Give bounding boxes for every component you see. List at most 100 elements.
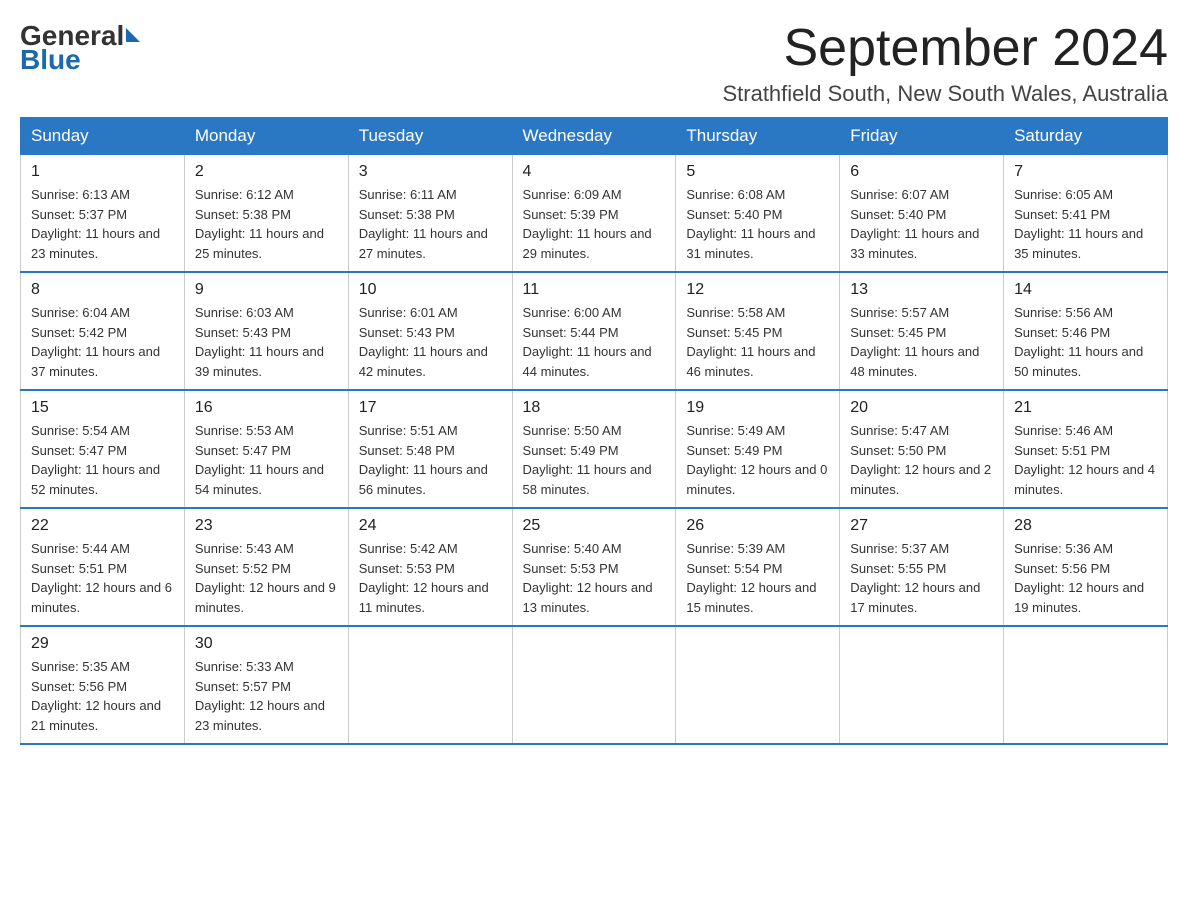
- day-info: Sunrise: 6:12 AMSunset: 5:38 PMDaylight:…: [195, 185, 338, 263]
- calendar-cell: 19 Sunrise: 5:49 AMSunset: 5:49 PMDayligh…: [676, 390, 840, 508]
- calendar-cell: 1 Sunrise: 6:13 AMSunset: 5:37 PMDaylight…: [21, 155, 185, 273]
- calendar-cell: [348, 626, 512, 744]
- day-number: 12: [686, 281, 829, 299]
- day-info: Sunrise: 5:37 AMSunset: 5:55 PMDaylight:…: [850, 539, 993, 617]
- day-info: Sunrise: 5:40 AMSunset: 5:53 PMDaylight:…: [523, 539, 666, 617]
- location-subtitle: Strathfield South, New South Wales, Aust…: [722, 81, 1168, 107]
- column-header-thursday: Thursday: [676, 118, 840, 155]
- day-info: Sunrise: 5:33 AMSunset: 5:57 PMDaylight:…: [195, 657, 338, 735]
- calendar-cell: 2 Sunrise: 6:12 AMSunset: 5:38 PMDaylight…: [184, 155, 348, 273]
- day-number: 30: [195, 635, 338, 653]
- week-row-2: 8 Sunrise: 6:04 AMSunset: 5:42 PMDaylight…: [21, 272, 1168, 390]
- day-number: 21: [1014, 399, 1157, 417]
- day-info: Sunrise: 5:49 AMSunset: 5:49 PMDaylight:…: [686, 421, 829, 499]
- column-header-wednesday: Wednesday: [512, 118, 676, 155]
- calendar-cell: 15 Sunrise: 5:54 AMSunset: 5:47 PMDayligh…: [21, 390, 185, 508]
- title-block: September 2024 Strathfield South, New So…: [722, 20, 1168, 107]
- calendar-cell: 18 Sunrise: 5:50 AMSunset: 5:49 PMDayligh…: [512, 390, 676, 508]
- logo-triangle-icon: [126, 28, 140, 42]
- day-number: 19: [686, 399, 829, 417]
- logo-blue: Blue: [20, 44, 81, 76]
- calendar-cell: 3 Sunrise: 6:11 AMSunset: 5:38 PMDaylight…: [348, 155, 512, 273]
- calendar-cell: 12 Sunrise: 5:58 AMSunset: 5:45 PMDayligh…: [676, 272, 840, 390]
- day-number: 3: [359, 163, 502, 181]
- day-number: 24: [359, 517, 502, 535]
- day-number: 4: [523, 163, 666, 181]
- day-number: 9: [195, 281, 338, 299]
- day-info: Sunrise: 6:03 AMSunset: 5:43 PMDaylight:…: [195, 303, 338, 381]
- calendar-cell: 16 Sunrise: 5:53 AMSunset: 5:47 PMDayligh…: [184, 390, 348, 508]
- day-info: Sunrise: 5:54 AMSunset: 5:47 PMDaylight:…: [31, 421, 174, 499]
- day-number: 10: [359, 281, 502, 299]
- day-info: Sunrise: 6:09 AMSunset: 5:39 PMDaylight:…: [523, 185, 666, 263]
- day-info: Sunrise: 6:13 AMSunset: 5:37 PMDaylight:…: [31, 185, 174, 263]
- day-info: Sunrise: 5:56 AMSunset: 5:46 PMDaylight:…: [1014, 303, 1157, 381]
- day-number: 13: [850, 281, 993, 299]
- day-info: Sunrise: 5:58 AMSunset: 5:45 PMDaylight:…: [686, 303, 829, 381]
- calendar-cell: 4 Sunrise: 6:09 AMSunset: 5:39 PMDaylight…: [512, 155, 676, 273]
- day-number: 25: [523, 517, 666, 535]
- calendar-cell: 7 Sunrise: 6:05 AMSunset: 5:41 PMDaylight…: [1004, 155, 1168, 273]
- day-number: 14: [1014, 281, 1157, 299]
- calendar-cell: 6Sunrise: 6:07 AMSunset: 5:40 PMDaylight…: [840, 155, 1004, 273]
- column-header-saturday: Saturday: [1004, 118, 1168, 155]
- calendar-cell: 28 Sunrise: 5:36 AMSunset: 5:56 PMDayligh…: [1004, 508, 1168, 626]
- day-info: Sunrise: 5:53 AMSunset: 5:47 PMDaylight:…: [195, 421, 338, 499]
- day-info: Sunrise: 6:08 AMSunset: 5:40 PMDaylight:…: [686, 185, 829, 263]
- day-number: 22: [31, 517, 174, 535]
- day-number: 2: [195, 163, 338, 181]
- week-row-3: 15 Sunrise: 5:54 AMSunset: 5:47 PMDayligh…: [21, 390, 1168, 508]
- calendar-cell: 24 Sunrise: 5:42 AMSunset: 5:53 PMDayligh…: [348, 508, 512, 626]
- calendar-cell: 17 Sunrise: 5:51 AMSunset: 5:48 PMDayligh…: [348, 390, 512, 508]
- day-number: 29: [31, 635, 174, 653]
- day-number: 7: [1014, 163, 1157, 181]
- day-info: Sunrise: 5:42 AMSunset: 5:53 PMDaylight:…: [359, 539, 502, 617]
- day-info: Sunrise: 5:50 AMSunset: 5:49 PMDaylight:…: [523, 421, 666, 499]
- day-info: Sunrise: 5:36 AMSunset: 5:56 PMDaylight:…: [1014, 539, 1157, 617]
- day-info: Sunrise: 5:57 AMSunset: 5:45 PMDaylight:…: [850, 303, 993, 381]
- day-info: Sunrise: 5:39 AMSunset: 5:54 PMDaylight:…: [686, 539, 829, 617]
- day-number: 15: [31, 399, 174, 417]
- day-info: Sunrise: 5:47 AMSunset: 5:50 PMDaylight:…: [850, 421, 993, 499]
- logo: General Blue: [20, 20, 140, 76]
- day-info: Sunrise: 6:00 AMSunset: 5:44 PMDaylight:…: [523, 303, 666, 381]
- calendar-cell: 30 Sunrise: 5:33 AMSunset: 5:57 PMDayligh…: [184, 626, 348, 744]
- calendar-cell: [840, 626, 1004, 744]
- day-number: 11: [523, 281, 666, 299]
- day-info: Sunrise: 5:44 AMSunset: 5:51 PMDaylight:…: [31, 539, 174, 617]
- day-number: 6: [850, 163, 993, 181]
- day-info: Sunrise: 6:05 AMSunset: 5:41 PMDaylight:…: [1014, 185, 1157, 263]
- calendar-cell: 29 Sunrise: 5:35 AMSunset: 5:56 PMDayligh…: [21, 626, 185, 744]
- calendar-cell: 23Sunrise: 5:43 AMSunset: 5:52 PMDayligh…: [184, 508, 348, 626]
- calendar-header-row: SundayMondayTuesdayWednesdayThursdayFrid…: [21, 118, 1168, 155]
- week-row-1: 1 Sunrise: 6:13 AMSunset: 5:37 PMDaylight…: [21, 155, 1168, 273]
- week-row-4: 22 Sunrise: 5:44 AMSunset: 5:51 PMDayligh…: [21, 508, 1168, 626]
- day-info: Sunrise: 6:04 AMSunset: 5:42 PMDaylight:…: [31, 303, 174, 381]
- calendar-cell: 11 Sunrise: 6:00 AMSunset: 5:44 PMDayligh…: [512, 272, 676, 390]
- calendar-cell: 5 Sunrise: 6:08 AMSunset: 5:40 PMDaylight…: [676, 155, 840, 273]
- calendar-cell: 26Sunrise: 5:39 AMSunset: 5:54 PMDayligh…: [676, 508, 840, 626]
- day-number: 18: [523, 399, 666, 417]
- calendar-cell: [676, 626, 840, 744]
- day-number: 1: [31, 163, 174, 181]
- day-number: 16: [195, 399, 338, 417]
- calendar-cell: [512, 626, 676, 744]
- day-number: 20: [850, 399, 993, 417]
- column-header-friday: Friday: [840, 118, 1004, 155]
- calendar-cell: 14 Sunrise: 5:56 AMSunset: 5:46 PMDayligh…: [1004, 272, 1168, 390]
- day-info: Sunrise: 6:11 AMSunset: 5:38 PMDaylight:…: [359, 185, 502, 263]
- day-number: 28: [1014, 517, 1157, 535]
- column-header-tuesday: Tuesday: [348, 118, 512, 155]
- day-info: Sunrise: 5:35 AMSunset: 5:56 PMDaylight:…: [31, 657, 174, 735]
- day-info: Sunrise: 5:51 AMSunset: 5:48 PMDaylight:…: [359, 421, 502, 499]
- day-info: Sunrise: 5:46 AMSunset: 5:51 PMDaylight:…: [1014, 421, 1157, 499]
- day-info: Sunrise: 6:01 AMSunset: 5:43 PMDaylight:…: [359, 303, 502, 381]
- day-number: 8: [31, 281, 174, 299]
- day-number: 5: [686, 163, 829, 181]
- day-info: Sunrise: 5:43 AMSunset: 5:52 PMDaylight:…: [195, 539, 338, 617]
- calendar-cell: 13 Sunrise: 5:57 AMSunset: 5:45 PMDayligh…: [840, 272, 1004, 390]
- day-number: 17: [359, 399, 502, 417]
- calendar-cell: 9 Sunrise: 6:03 AMSunset: 5:43 PMDaylight…: [184, 272, 348, 390]
- calendar-cell: 8 Sunrise: 6:04 AMSunset: 5:42 PMDaylight…: [21, 272, 185, 390]
- column-header-sunday: Sunday: [21, 118, 185, 155]
